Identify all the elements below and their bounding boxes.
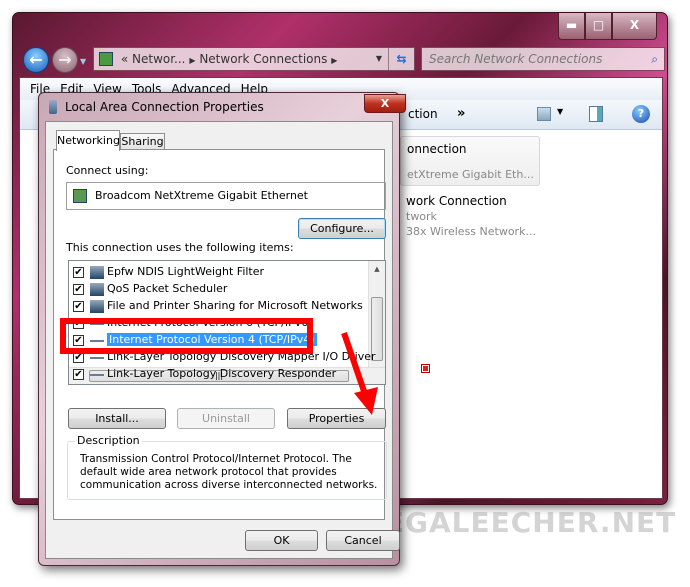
ok-button[interactable]: OK xyxy=(245,530,318,551)
protocol-icon xyxy=(90,367,104,381)
maximize-button[interactable]: □ xyxy=(585,13,612,40)
list-item[interactable]: ✔ File and Printer Sharing for Microsoft … xyxy=(73,297,363,314)
chevron-right-icon[interactable]: ▶ xyxy=(331,56,337,65)
network-client-icon xyxy=(90,282,104,296)
uninstall-button: Uninstall xyxy=(177,408,275,429)
help-icon[interactable]: ? xyxy=(632,105,650,123)
watermark: MEGALEECHER.NET xyxy=(356,506,677,539)
tab-sharing[interactable]: Sharing xyxy=(120,133,165,150)
arrow-head xyxy=(354,387,378,415)
dialog-title: Local Area Connection Properties xyxy=(65,100,264,114)
preview-pane-icon[interactable] xyxy=(589,106,603,122)
configure-button[interactable]: Configure... xyxy=(298,218,386,239)
minimize-button[interactable]: ▬ xyxy=(558,13,585,40)
item-label: File and Printer Sharing for Microsoft N… xyxy=(107,299,363,312)
connect-using-label: Connect using: xyxy=(66,164,149,177)
adapter-field: Broadcom NetXtreme Gigabit Ethernet xyxy=(66,182,386,210)
status-marker xyxy=(421,364,430,373)
connection-item[interactable]: work Connection twork 38x Wireless Netwo… xyxy=(400,194,540,246)
network-client-icon xyxy=(90,265,104,279)
refresh-icon[interactable]: ⇆ xyxy=(388,48,414,70)
highlight-box xyxy=(60,318,313,354)
forward-button[interactable]: → xyxy=(52,47,78,73)
breadcrumb-item[interactable]: Network Connections xyxy=(199,52,327,66)
checkbox[interactable]: ✔ xyxy=(73,300,84,312)
close-button[interactable]: X xyxy=(612,13,657,40)
network-adapter-icon xyxy=(49,100,57,114)
dialog-close-button[interactable]: X xyxy=(364,94,406,113)
network-adapter-icon xyxy=(73,189,87,203)
network-client-icon xyxy=(90,299,104,313)
view-dropdown-icon[interactable]: ▼ xyxy=(557,107,563,116)
description-group: Description Transmission Control Protoco… xyxy=(67,434,387,500)
cancel-button[interactable]: Cancel xyxy=(326,530,400,551)
address-dropdown-icon[interactable]: ▼ xyxy=(376,48,382,70)
install-button[interactable]: Install... xyxy=(68,408,166,429)
breadcrumb-item[interactable]: Networ... xyxy=(132,52,186,66)
item-label: QoS Packet Scheduler xyxy=(107,282,228,295)
toolbar-item[interactable]: ction xyxy=(408,107,438,121)
checkbox[interactable]: ✔ xyxy=(73,368,84,380)
list-item[interactable]: ✔ QoS Packet Scheduler xyxy=(73,280,227,297)
toolbar-more-button[interactable]: » xyxy=(457,106,465,121)
chevron-right-icon[interactable]: ▶ xyxy=(189,56,195,65)
description-label: Description xyxy=(75,434,142,447)
checkbox[interactable]: ✔ xyxy=(73,266,84,278)
change-view-icon[interactable] xyxy=(537,107,551,121)
item-label: Epfw NDIS LightWeight Filter xyxy=(107,265,265,278)
network-folder-icon xyxy=(99,52,113,66)
list-item[interactable]: ✔ Epfw NDIS LightWeight Filter xyxy=(73,263,264,280)
tab-networking[interactable]: Networking xyxy=(56,130,120,151)
scroll-up-icon: ▲ xyxy=(374,265,380,273)
breadcrumb-overflow[interactable]: « xyxy=(121,52,128,66)
back-button[interactable]: ← xyxy=(23,47,49,73)
connection-item[interactable]: onnection etXtreme Gigabit Eth... xyxy=(400,136,540,186)
arrow-shaft xyxy=(341,332,369,398)
search-input[interactable]: Search Network Connections ⌕ xyxy=(421,47,665,71)
checkbox[interactable]: ✔ xyxy=(73,283,84,295)
search-icon[interactable]: ⌕ xyxy=(651,48,658,70)
arrow-annotation xyxy=(341,332,378,415)
history-dropdown-icon[interactable]: ▼ xyxy=(80,57,86,66)
address-bar[interactable]: « Networ... ▶ Network Connections ▶ ▼ ⇆ xyxy=(93,47,415,71)
items-label: This connection uses the following items… xyxy=(66,241,294,254)
item-label: Link-Layer Topology Discovery Responder xyxy=(107,367,337,380)
description-text: Transmission Control Protocol/Internet P… xyxy=(80,453,378,491)
list-item[interactable]: ✔ Link-Layer Topology Discovery Responder xyxy=(73,365,336,382)
